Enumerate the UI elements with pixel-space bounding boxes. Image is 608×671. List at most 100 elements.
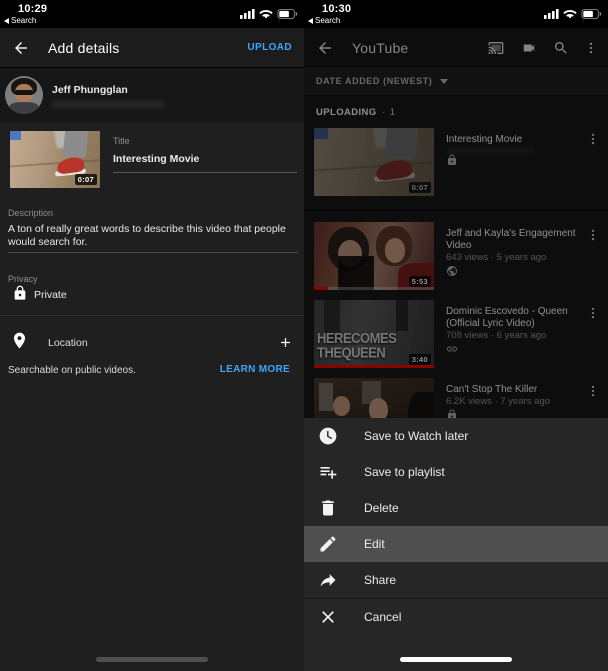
avatar-shirt (9, 102, 39, 114)
watch-progress-track (314, 287, 434, 290)
screen-add-details: 10:29 Search Add details UPLOAD Jeff Phu… (0, 0, 304, 671)
video-meta: 6.2K views · 7 years ago (446, 396, 586, 407)
chevron-down-icon (440, 79, 448, 84)
thumb-floor (10, 158, 100, 168)
watch-progress-track (314, 365, 434, 368)
avatar[interactable] (5, 76, 43, 114)
menu-item-cancel[interactable]: Cancel (304, 599, 608, 635)
duration-badge: 3:40 (409, 354, 431, 365)
back-triangle-icon (4, 18, 9, 24)
playlist-add-icon (318, 462, 338, 482)
description-underline (8, 252, 298, 253)
status-icons (240, 9, 298, 19)
screenshot-stage: 10:29 Search Add details UPLOAD Jeff Phu… (0, 0, 608, 671)
video-thumbnail[interactable]: HERECOMESTHEQUEEN 3:40 (314, 300, 434, 368)
video-thumbnail[interactable]: 0:07 (10, 131, 100, 188)
menu-item-label: Save to Watch later (364, 429, 468, 443)
screen-video-list: 10:30 Search YouTube DATE ADDED (NEWE (304, 0, 608, 671)
menu-item-share[interactable]: Share (304, 562, 608, 598)
video-list-item[interactable]: 5:53 Jeff and Kayla's Engagement Video 6… (304, 222, 608, 298)
thumb-inset-preview (338, 256, 374, 290)
section-divider (304, 210, 608, 211)
menu-item-label: Save to playlist (364, 465, 445, 479)
uploading-separator: · (382, 107, 385, 118)
menu-item-edit[interactable]: Edit (304, 526, 608, 562)
video-thumbnail[interactable]: 0:07 (314, 128, 434, 196)
redacted-text (446, 148, 534, 154)
more-options-icon[interactable] (584, 40, 598, 56)
lock-icon (446, 154, 458, 166)
back-arrow-icon[interactable] (12, 39, 30, 57)
account-row: Jeff Phungglan (0, 68, 304, 123)
description-input[interactable]: A ton of really great words to describe … (8, 223, 300, 249)
action-sheet: Save to Watch later Save to playlist Del… (304, 418, 608, 671)
watch-progress-bar (314, 287, 328, 290)
thumb-picture-frame (319, 383, 333, 410)
title-input[interactable]: Interesting Movie (113, 153, 199, 165)
video-thumbnail[interactable]: 5:53 (314, 222, 434, 290)
menu-item-label: Delete (364, 501, 399, 515)
cast-icon[interactable] (487, 40, 505, 56)
uploading-count: 1 (390, 107, 395, 118)
sort-filter-bar[interactable]: DATE ADDED (NEWEST) (304, 66, 608, 96)
uploading-item[interactable]: 0:07 Interesting Movie (304, 126, 608, 202)
video-meta: 643 views · 5 years ago (446, 252, 586, 263)
add-location-icon[interactable] (278, 335, 293, 350)
thumb-leg (63, 131, 89, 158)
item-menu-icon[interactable] (586, 132, 600, 146)
location-hint: Searchable on public videos. (8, 365, 136, 376)
lock-icon (12, 285, 28, 301)
status-bar: 10:29 Search (0, 0, 304, 28)
uploading-section-header: UPLOADING · 1 (316, 107, 395, 118)
menu-item-delete[interactable]: Delete (304, 490, 608, 526)
learn-more-link[interactable]: LEARN MORE (220, 364, 290, 375)
video-title: Interesting Movie (446, 134, 582, 146)
item-menu-icon[interactable] (586, 384, 600, 398)
status-icons (544, 9, 602, 19)
uploading-label: UPLOADING (316, 107, 377, 118)
page-title: Add details (48, 40, 119, 56)
globe-icon (446, 265, 458, 277)
back-arrow-icon[interactable] (316, 39, 334, 57)
duration-badge: 0:07 (75, 174, 97, 185)
avatar-glasses (15, 90, 33, 95)
cellular-signal-icon (240, 9, 255, 19)
wifi-icon (259, 9, 273, 19)
title-label: Title (113, 136, 130, 146)
camcorder-icon[interactable] (520, 41, 538, 55)
thumb-leg (384, 128, 419, 161)
upload-button[interactable]: UPLOAD (247, 42, 292, 53)
status-bar: 10:30 Search (304, 0, 608, 28)
duration-badge: 5:53 (409, 276, 431, 287)
menu-item-save-watch-later[interactable]: Save to Watch later (304, 418, 608, 454)
menu-item-label: Cancel (364, 610, 401, 624)
video-title: Can't Stop The Killer (446, 384, 582, 396)
item-menu-icon[interactable] (586, 306, 600, 320)
cellular-signal-icon (544, 9, 559, 19)
location-pin-icon (10, 331, 29, 350)
appbar-add-details: Add details UPLOAD (0, 28, 304, 68)
thumb-floor (314, 160, 434, 173)
menu-item-label: Share (364, 573, 396, 587)
privacy-value[interactable]: Private (34, 289, 67, 301)
back-to-app-link[interactable]: Search (308, 16, 340, 25)
video-list-item[interactable]: HERECOMESTHEQUEEN 3:40 Dominic Escovedo … (304, 300, 608, 376)
item-menu-icon[interactable] (586, 228, 600, 242)
battery-icon (581, 9, 602, 19)
video-title: Dominic Escovedo - Queen (Official Lyric… (446, 306, 582, 330)
location-field[interactable]: Location (48, 337, 88, 349)
menu-item-label: Edit (364, 537, 385, 551)
appbar-youtube: YouTube (304, 28, 608, 68)
back-app-label: Search (315, 16, 340, 25)
back-to-app-link[interactable]: Search (4, 16, 36, 25)
home-indicator[interactable] (96, 657, 208, 662)
menu-item-save-playlist[interactable]: Save to playlist (304, 454, 608, 490)
section-divider (0, 315, 304, 316)
battery-icon (277, 9, 298, 19)
appbar-actions (487, 40, 598, 56)
redacted-text (52, 101, 164, 108)
thumb-overlay-text: HERECOMESTHEQUEEN (317, 330, 396, 360)
home-indicator[interactable] (400, 657, 512, 662)
search-icon[interactable] (553, 40, 569, 56)
account-name: Jeff Phungglan (52, 84, 128, 96)
